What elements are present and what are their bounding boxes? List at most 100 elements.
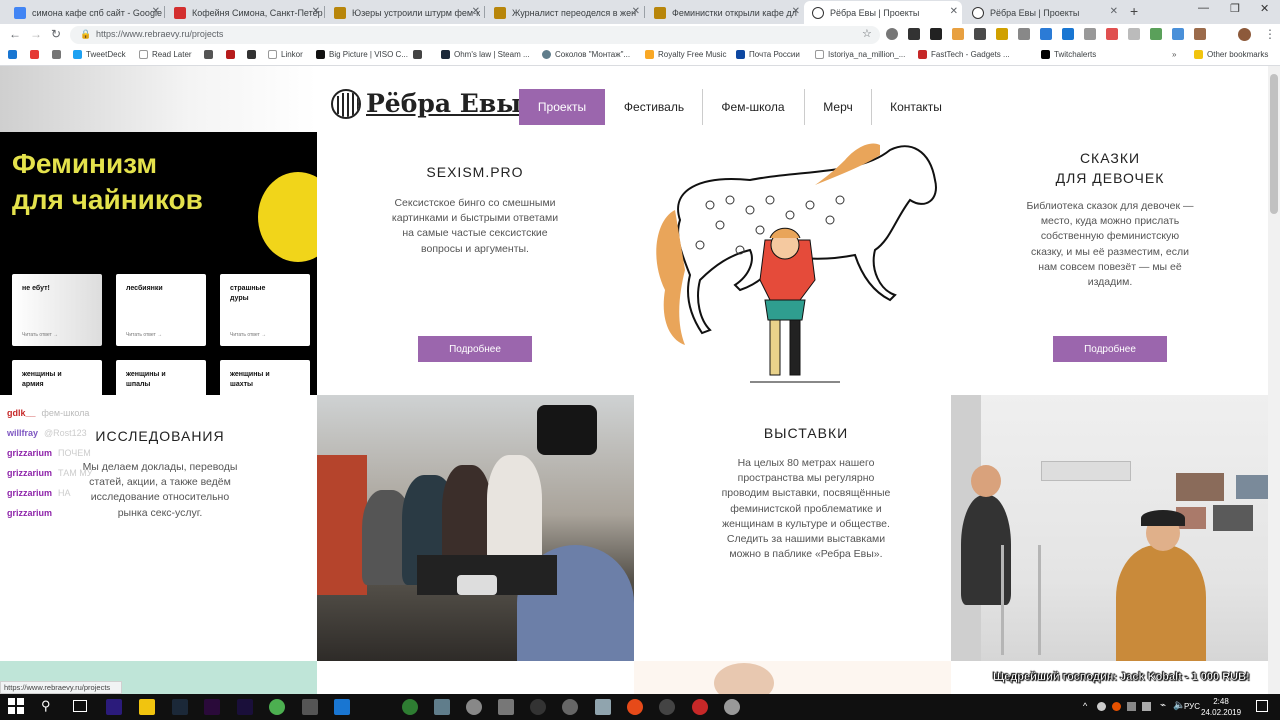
nav-fem-school[interactable]: Фем-школа bbox=[703, 89, 803, 125]
scrollbar-thumb[interactable] bbox=[1270, 74, 1278, 214]
tray-chevron-icon[interactable]: ^ bbox=[1083, 701, 1087, 711]
extension-icon[interactable] bbox=[1172, 28, 1184, 40]
extension-icon[interactable] bbox=[952, 28, 964, 40]
fem-tile[interactable]: женщины и шахты bbox=[220, 360, 310, 395]
extension-icon[interactable] bbox=[1194, 28, 1206, 40]
browser-tab[interactable]: Журналист переоделся в жен ✕ bbox=[486, 1, 644, 24]
fem-tile[interactable]: страшные дуры Читать ответ → bbox=[220, 274, 310, 346]
after-effects-icon[interactable] bbox=[237, 699, 253, 715]
extension-icon[interactable] bbox=[1084, 28, 1096, 40]
clock[interactable]: 2:48 24.02.2019 bbox=[1201, 696, 1241, 718]
tray-icon[interactable] bbox=[1142, 702, 1151, 711]
bookmark-item[interactable]: Ohm's law | Steam ... bbox=[441, 50, 530, 60]
browser-tab[interactable]: Кофейня Симона, Санкт-Петер ✕ bbox=[166, 1, 324, 24]
app-icon[interactable] bbox=[627, 699, 643, 715]
star-icon[interactable]: ☆ bbox=[862, 27, 872, 40]
bookmark-item[interactable]: Istoriya_na_million_... bbox=[815, 50, 905, 60]
tray-icon[interactable] bbox=[1097, 702, 1106, 711]
bookmark-item[interactable]: Почта России bbox=[736, 50, 800, 60]
forward-icon[interactable]: → bbox=[30, 27, 42, 41]
extension-icon[interactable] bbox=[996, 28, 1008, 40]
calculator-icon[interactable] bbox=[302, 699, 318, 715]
notifications-icon[interactable] bbox=[1256, 700, 1268, 712]
app-icon[interactable] bbox=[595, 699, 611, 715]
site-logo[interactable]: Рёбра Евы bbox=[366, 89, 521, 118]
browser-tab[interactable]: Рёбра Евы | Проекты ✕ bbox=[964, 1, 1122, 24]
reload-icon[interactable]: ↻ bbox=[51, 27, 61, 41]
fem-tile[interactable]: лесбиянки Читать ответ → bbox=[116, 274, 206, 346]
torrent-icon[interactable] bbox=[402, 699, 418, 715]
bookmark-item[interactable]: Royalty Free Music bbox=[645, 50, 726, 60]
extension-icon[interactable] bbox=[1062, 28, 1074, 40]
fem-tile[interactable]: не ебут! Читать ответ → bbox=[12, 274, 102, 346]
bookmark-item[interactable]: Соколов "Монтаж"... bbox=[542, 50, 630, 60]
fem-tile[interactable]: женщины и шпалы bbox=[116, 360, 206, 395]
feminism-card[interactable]: Феминизм для чайников не ебут! Читать от… bbox=[0, 132, 317, 395]
app-icon[interactable] bbox=[692, 699, 708, 715]
bookmark-item[interactable]: Twitchalerts bbox=[1041, 50, 1096, 60]
avatar[interactable] bbox=[1238, 28, 1251, 41]
menu-icon[interactable]: ⋮ bbox=[1264, 27, 1276, 41]
page-scrollbar[interactable] bbox=[1268, 66, 1280, 694]
app-icon[interactable] bbox=[434, 699, 450, 715]
nav-merch[interactable]: Мерч bbox=[805, 89, 871, 125]
network-icon[interactable]: ⌁ bbox=[1160, 700, 1166, 711]
close-icon[interactable]: ✕ bbox=[312, 6, 320, 17]
nav-contacts[interactable]: Контакты bbox=[872, 89, 960, 125]
extension-icon[interactable] bbox=[1018, 28, 1030, 40]
maximize-icon[interactable]: ❐ bbox=[1230, 2, 1240, 15]
new-tab-button[interactable]: + bbox=[1130, 3, 1138, 19]
folder-icon[interactable] bbox=[139, 699, 155, 715]
bookmark-item[interactable]: FastTech - Gadgets ... bbox=[918, 50, 1010, 60]
task-view-icon[interactable] bbox=[73, 700, 87, 712]
fem-tile[interactable]: женщины и армия bbox=[12, 360, 102, 395]
extension-icon[interactable] bbox=[1128, 28, 1140, 40]
address-bar[interactable]: 🔒 https://www.rebraevy.ru/projects ☆ bbox=[70, 26, 880, 44]
nav-festival[interactable]: Фестиваль bbox=[607, 89, 701, 125]
sexism-more-button[interactable]: Подробнее bbox=[418, 336, 532, 362]
bookmark-item[interactable]: Read Later bbox=[139, 50, 192, 60]
extension-icon[interactable] bbox=[908, 28, 920, 40]
tray-icon[interactable] bbox=[1112, 702, 1121, 711]
logo-icon[interactable] bbox=[331, 89, 361, 119]
extension-icon[interactable] bbox=[930, 28, 942, 40]
chrome-icon[interactable] bbox=[269, 699, 285, 715]
browser-tab[interactable]: Феминистки открыли кафе дл ✕ bbox=[646, 1, 804, 24]
app-icon[interactable] bbox=[466, 699, 482, 715]
back-icon[interactable]: ← bbox=[9, 27, 21, 41]
bookmark-item[interactable]: Linkor bbox=[268, 50, 303, 60]
close-icon[interactable]: ✕ bbox=[1110, 6, 1118, 17]
extension-icon[interactable] bbox=[974, 28, 986, 40]
app-icon[interactable] bbox=[659, 699, 675, 715]
windows-start-icon[interactable] bbox=[8, 698, 25, 715]
browser-tab[interactable]: симона кафе спб сайт - Google ✕ bbox=[6, 1, 164, 24]
extension-icon[interactable] bbox=[1106, 28, 1118, 40]
extension-icon[interactable] bbox=[1040, 28, 1052, 40]
steam-icon[interactable] bbox=[530, 699, 546, 715]
browser-tab[interactable]: Юзеры устроили штурм фем-к ✕ bbox=[326, 1, 484, 24]
close-icon[interactable]: ✕ bbox=[632, 6, 640, 17]
photoshop-icon[interactable] bbox=[106, 699, 122, 715]
exhibitions-photo[interactable] bbox=[951, 395, 1268, 661]
close-icon[interactable]: ✕ bbox=[152, 6, 160, 17]
language-indicator[interactable]: РУС bbox=[1184, 702, 1200, 711]
research-photo[interactable] bbox=[317, 395, 634, 661]
bookmark-folder[interactable]: Other bookmarks bbox=[1194, 50, 1268, 60]
steam-icon[interactable] bbox=[172, 699, 188, 715]
browser-tab-active[interactable]: Рёбра Евы | Проекты ✕ bbox=[804, 1, 962, 24]
search-icon[interactable]: ⚲ bbox=[41, 698, 51, 714]
tales-more-button[interactable]: Подробнее bbox=[1053, 336, 1167, 362]
close-icon[interactable]: ✕ bbox=[472, 6, 480, 17]
extension-icon[interactable] bbox=[886, 28, 898, 40]
bookmark-item[interactable]: Big Picture | VISO C... bbox=[316, 50, 408, 60]
premiere-icon[interactable] bbox=[204, 699, 220, 715]
tray-icon[interactable] bbox=[1127, 702, 1136, 711]
minimize-icon[interactable]: — bbox=[1198, 2, 1209, 14]
document-icon[interactable] bbox=[334, 699, 350, 715]
app-icon[interactable] bbox=[724, 699, 740, 715]
bookmark-item[interactable]: TweetDeck bbox=[73, 50, 126, 60]
extension-icon[interactable] bbox=[1150, 28, 1162, 40]
gear-icon[interactable] bbox=[562, 699, 578, 715]
close-icon[interactable]: ✕ bbox=[792, 6, 800, 17]
nav-projects[interactable]: Проекты bbox=[519, 89, 605, 125]
